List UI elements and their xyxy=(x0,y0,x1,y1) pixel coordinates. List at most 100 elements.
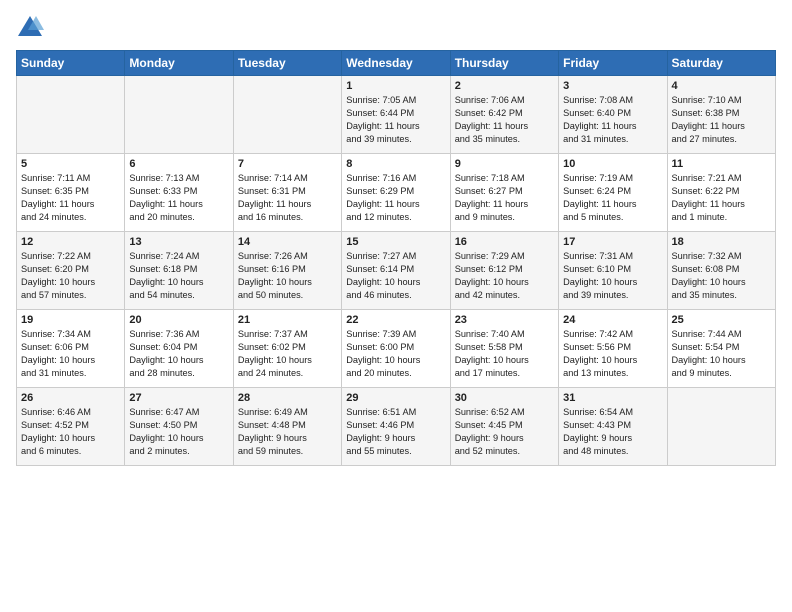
day-number: 17 xyxy=(563,236,662,248)
day-cell: 16Sunrise: 7:29 AM Sunset: 6:12 PM Dayli… xyxy=(450,232,558,310)
day-header-friday: Friday xyxy=(559,51,667,76)
day-info: Sunrise: 7:27 AM Sunset: 6:14 PM Dayligh… xyxy=(346,250,445,302)
day-info: Sunrise: 7:19 AM Sunset: 6:24 PM Dayligh… xyxy=(563,172,662,224)
day-info: Sunrise: 7:24 AM Sunset: 6:18 PM Dayligh… xyxy=(129,250,228,302)
day-info: Sunrise: 7:11 AM Sunset: 6:35 PM Dayligh… xyxy=(21,172,120,224)
day-cell: 6 Sunrise: 7:13 AM Sunset: 6:33 PM Daylig… xyxy=(125,154,233,232)
day-number: 13 xyxy=(129,236,228,248)
day-cell xyxy=(233,76,341,154)
day-info: Sunrise: 7:06 AM Sunset: 6:42 PM Dayligh… xyxy=(455,94,554,146)
day-number: 21 xyxy=(238,314,337,326)
day-cell xyxy=(667,388,775,466)
day-number: 9 xyxy=(455,158,554,170)
day-cell: 5 Sunrise: 7:11 AM Sunset: 6:35 PM Daylig… xyxy=(17,154,125,232)
day-header-sunday: Sunday xyxy=(17,51,125,76)
day-info: Sunrise: 7:08 AM Sunset: 6:40 PM Dayligh… xyxy=(563,94,662,146)
day-info: Sunrise: 7:22 AM Sunset: 6:20 PM Dayligh… xyxy=(21,250,120,302)
day-cell: 24 Sunrise: 7:42 AM Sunset: 5:56 PM Dayli… xyxy=(559,310,667,388)
day-cell: 17 Sunrise: 7:31 AM Sunset: 6:10 PM Dayli… xyxy=(559,232,667,310)
day-cell: 10 Sunrise: 7:19 AM Sunset: 6:24 PM Dayli… xyxy=(559,154,667,232)
day-number: 30 xyxy=(455,392,554,404)
day-cell: 7Sunrise: 7:14 AM Sunset: 6:31 PM Daylig… xyxy=(233,154,341,232)
day-header-thursday: Thursday xyxy=(450,51,558,76)
day-number: 3 xyxy=(563,80,662,92)
page-container: SundayMondayTuesdayWednesdayThursdayFrid… xyxy=(0,0,792,476)
day-number: 18 xyxy=(672,236,771,248)
day-info: Sunrise: 7:44 AM Sunset: 5:54 PM Dayligh… xyxy=(672,328,771,380)
day-info: Sunrise: 7:34 AM Sunset: 6:06 PM Dayligh… xyxy=(21,328,120,380)
day-number: 26 xyxy=(21,392,120,404)
day-cell: 11 Sunrise: 7:21 AM Sunset: 6:22 PM Dayli… xyxy=(667,154,775,232)
day-number: 25 xyxy=(672,314,771,326)
header xyxy=(16,10,776,42)
day-cell: 26 Sunrise: 6:46 AM Sunset: 4:52 PM Dayli… xyxy=(17,388,125,466)
day-cell: 4Sunrise: 7:10 AM Sunset: 6:38 PM Daylig… xyxy=(667,76,775,154)
day-number: 20 xyxy=(129,314,228,326)
day-info: Sunrise: 7:42 AM Sunset: 5:56 PM Dayligh… xyxy=(563,328,662,380)
day-cell: 30Sunrise: 6:52 AM Sunset: 4:45 PM Dayli… xyxy=(450,388,558,466)
day-info: Sunrise: 7:21 AM Sunset: 6:22 PM Dayligh… xyxy=(672,172,771,224)
day-info: Sunrise: 7:13 AM Sunset: 6:33 PM Dayligh… xyxy=(129,172,228,224)
day-number: 10 xyxy=(563,158,662,170)
day-number: 11 xyxy=(672,158,771,170)
day-cell: 3 Sunrise: 7:08 AM Sunset: 6:40 PM Daylig… xyxy=(559,76,667,154)
day-info: Sunrise: 7:37 AM Sunset: 6:02 PM Dayligh… xyxy=(238,328,337,380)
day-number: 28 xyxy=(238,392,337,404)
day-number: 24 xyxy=(563,314,662,326)
day-info: Sunrise: 7:40 AM Sunset: 5:58 PM Dayligh… xyxy=(455,328,554,380)
day-info: Sunrise: 7:10 AM Sunset: 6:38 PM Dayligh… xyxy=(672,94,771,146)
day-cell: 25 Sunrise: 7:44 AM Sunset: 5:54 PM Dayli… xyxy=(667,310,775,388)
day-header-monday: Monday xyxy=(125,51,233,76)
day-cell: 9 Sunrise: 7:18 AM Sunset: 6:27 PM Daylig… xyxy=(450,154,558,232)
day-number: 31 xyxy=(563,392,662,404)
day-number: 19 xyxy=(21,314,120,326)
day-number: 5 xyxy=(21,158,120,170)
day-cell: 27 Sunrise: 6:47 AM Sunset: 4:50 PM Dayli… xyxy=(125,388,233,466)
day-cell: 28Sunrise: 6:49 AM Sunset: 4:48 PM Dayli… xyxy=(233,388,341,466)
day-number: 12 xyxy=(21,236,120,248)
day-cell xyxy=(17,76,125,154)
day-info: Sunrise: 6:51 AM Sunset: 4:46 PM Dayligh… xyxy=(346,406,445,458)
day-header-saturday: Saturday xyxy=(667,51,775,76)
day-number: 2 xyxy=(455,80,554,92)
day-info: Sunrise: 7:18 AM Sunset: 6:27 PM Dayligh… xyxy=(455,172,554,224)
day-cell: 29 Sunrise: 6:51 AM Sunset: 4:46 PM Dayli… xyxy=(342,388,450,466)
day-cell: 21 Sunrise: 7:37 AM Sunset: 6:02 PM Dayli… xyxy=(233,310,341,388)
day-cell: 22 Sunrise: 7:39 AM Sunset: 6:00 PM Dayli… xyxy=(342,310,450,388)
day-info: Sunrise: 7:31 AM Sunset: 6:10 PM Dayligh… xyxy=(563,250,662,302)
day-cell: 19 Sunrise: 7:34 AM Sunset: 6:06 PM Dayli… xyxy=(17,310,125,388)
day-info: Sunrise: 7:32 AM Sunset: 6:08 PM Dayligh… xyxy=(672,250,771,302)
day-cell: 18 Sunrise: 7:32 AM Sunset: 6:08 PM Dayli… xyxy=(667,232,775,310)
logo xyxy=(16,14,48,42)
day-number: 6 xyxy=(129,158,228,170)
day-info: Sunrise: 7:39 AM Sunset: 6:00 PM Dayligh… xyxy=(346,328,445,380)
day-number: 27 xyxy=(129,392,228,404)
day-cell xyxy=(125,76,233,154)
day-header-tuesday: Tuesday xyxy=(233,51,341,76)
day-cell: 13 Sunrise: 7:24 AM Sunset: 6:18 PM Dayli… xyxy=(125,232,233,310)
day-cell: 12 Sunrise: 7:22 AM Sunset: 6:20 PM Dayli… xyxy=(17,232,125,310)
week-row-5: 26 Sunrise: 6:46 AM Sunset: 4:52 PM Dayli… xyxy=(17,388,776,466)
day-info: Sunrise: 7:05 AM Sunset: 6:44 PM Dayligh… xyxy=(346,94,445,146)
day-cell: 14Sunrise: 7:26 AM Sunset: 6:16 PM Dayli… xyxy=(233,232,341,310)
day-info: Sunrise: 7:36 AM Sunset: 6:04 PM Dayligh… xyxy=(129,328,228,380)
day-number: 16 xyxy=(455,236,554,248)
day-number: 1 xyxy=(346,80,445,92)
day-info: Sunrise: 6:54 AM Sunset: 4:43 PM Dayligh… xyxy=(563,406,662,458)
day-cell: 31 Sunrise: 6:54 AM Sunset: 4:43 PM Dayli… xyxy=(559,388,667,466)
day-info: Sunrise: 6:46 AM Sunset: 4:52 PM Dayligh… xyxy=(21,406,120,458)
day-cell: 2 Sunrise: 7:06 AM Sunset: 6:42 PM Daylig… xyxy=(450,76,558,154)
day-info: Sunrise: 6:47 AM Sunset: 4:50 PM Dayligh… xyxy=(129,406,228,458)
day-number: 7 xyxy=(238,158,337,170)
day-cell: 23 Sunrise: 7:40 AM Sunset: 5:58 PM Dayli… xyxy=(450,310,558,388)
day-cell: 1 Sunrise: 7:05 AM Sunset: 6:44 PM Daylig… xyxy=(342,76,450,154)
day-number: 15 xyxy=(346,236,445,248)
day-number: 29 xyxy=(346,392,445,404)
week-row-3: 12 Sunrise: 7:22 AM Sunset: 6:20 PM Dayli… xyxy=(17,232,776,310)
day-number: 8 xyxy=(346,158,445,170)
week-row-1: 1 Sunrise: 7:05 AM Sunset: 6:44 PM Daylig… xyxy=(17,76,776,154)
day-cell: 8 Sunrise: 7:16 AM Sunset: 6:29 PM Daylig… xyxy=(342,154,450,232)
day-info: Sunrise: 7:16 AM Sunset: 6:29 PM Dayligh… xyxy=(346,172,445,224)
day-number: 23 xyxy=(455,314,554,326)
day-number: 22 xyxy=(346,314,445,326)
